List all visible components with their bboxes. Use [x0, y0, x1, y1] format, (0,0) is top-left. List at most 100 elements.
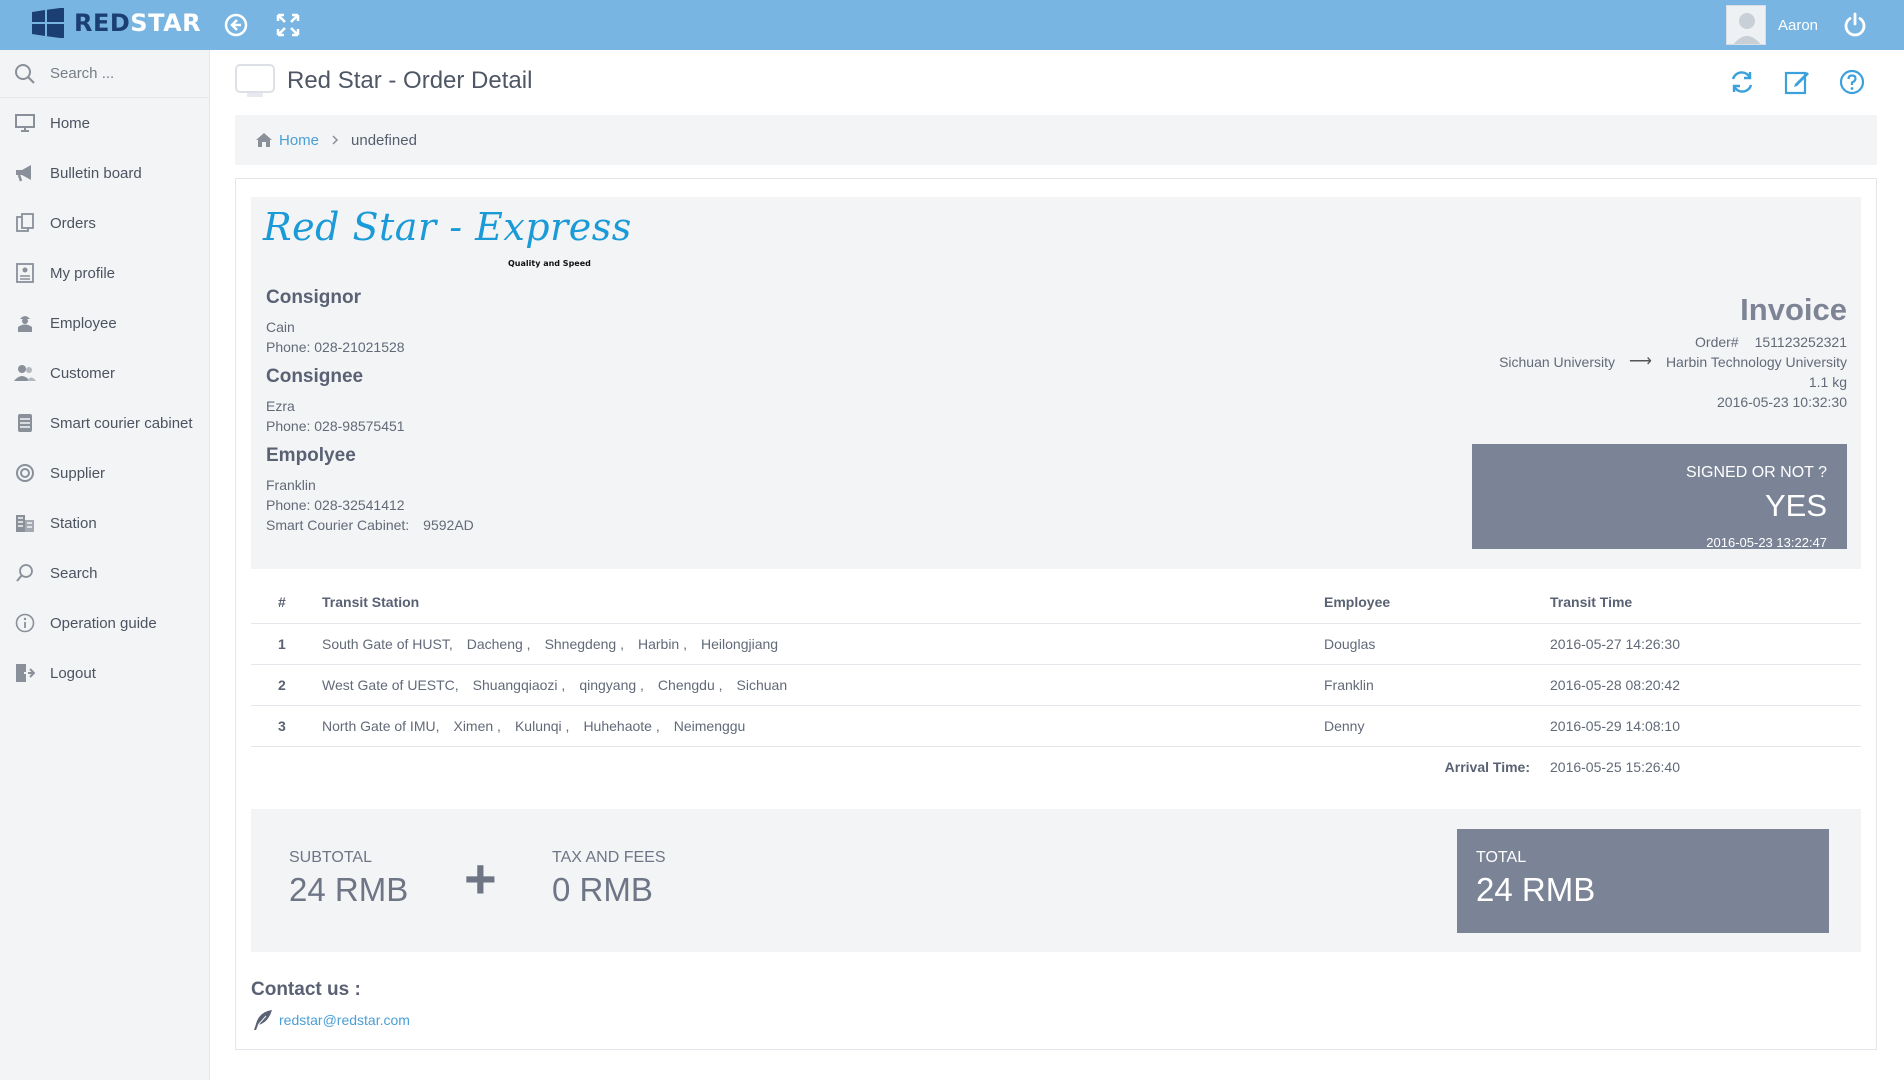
sidebar-item-label: Logout: [50, 664, 96, 682]
sidebar-item-home[interactable]: Home: [0, 98, 209, 148]
transit-station: South Gate of HUST, Dacheng , Shnegdeng ,H…: [322, 623, 1324, 665]
consignor-block: Consignor Cain Phone: 028-21021528: [266, 287, 405, 357]
sidebar-item-search[interactable]: Search: [0, 548, 209, 598]
monitor-icon: [14, 112, 36, 134]
sidebar-item-operation-guide[interactable]: Operation guide: [0, 598, 209, 648]
transit-time: 2016-05-29 14:08:10: [1550, 705, 1861, 747]
megaphone-icon: [14, 162, 36, 184]
sidebar-item-my-profile[interactable]: My profile: [0, 248, 209, 298]
invoice-card: Red Star - Express Quality and Speed Con…: [235, 178, 1877, 1050]
row-number: 3: [251, 705, 322, 747]
sidebar-item-smart-courier-cabinet[interactable]: Smart courier cabinet: [0, 398, 209, 448]
sidebar-item-label: Customer: [50, 364, 116, 382]
app-logo-text: REDSTAR: [74, 9, 202, 37]
back-circle-icon[interactable]: [222, 11, 250, 39]
transit-station: North Gate of IMU, Ximen , Kulunqi , Huheha…: [322, 705, 1324, 747]
transit-employee: Denny: [1324, 705, 1550, 747]
help-icon[interactable]: [1838, 68, 1866, 96]
sidebar-item-label: Employee: [50, 314, 117, 332]
column-header: Employee: [1324, 581, 1550, 624]
employee-cabinet: Smart Courier Cabinet: 9592AD: [266, 515, 474, 535]
chevron-right-icon: [331, 134, 339, 146]
sidebar-item-station[interactable]: Station: [0, 498, 209, 548]
transit-time: 2016-05-28 08:20:42: [1550, 664, 1861, 706]
subtotal-value: 24 RMB: [289, 871, 409, 908]
employee-heading: Empolyee: [266, 445, 356, 466]
sidebar-item-label: Bulletin board: [50, 164, 142, 182]
total-label: TOTAL: [1476, 849, 1527, 866]
invoice-summary: Invoice Order# 151123252321 Sichuan Unive…: [1499, 292, 1847, 412]
route-from: Sichuan University: [1499, 354, 1615, 370]
contact-section: Contact us : redstar@redstar.com: [251, 979, 410, 1031]
arrival-row: Arrival Time: 2016-05-25 15:26:40: [251, 746, 1861, 787]
cabinet-label: Smart Courier Cabinet:: [266, 517, 410, 533]
subtotal-label: SUBTOTAL: [289, 849, 372, 866]
sidebar-item-logout[interactable]: Logout: [0, 648, 209, 698]
order-label: Order#: [1695, 334, 1739, 350]
tax-value: 0 RMB: [552, 871, 653, 908]
breadcrumb-home-link[interactable]: Home: [279, 132, 319, 149]
sidebar-item-label: Station: [50, 514, 97, 532]
tax-label: TAX AND FEES: [552, 849, 666, 866]
consignee-block: Consignee Ezra Phone: 028-98575451: [266, 366, 405, 436]
table-header-row: # Transit Station Employee Transit Time: [251, 581, 1861, 624]
sidebar-item-label: Search: [50, 564, 98, 582]
plus-icon: +: [464, 847, 497, 910]
route: Sichuan University ⟶ Harbin Technology U…: [1499, 352, 1847, 372]
sidebar-item-orders[interactable]: Orders: [0, 198, 209, 248]
feather-icon: [251, 1009, 273, 1031]
refresh-icon[interactable]: [1728, 68, 1756, 96]
sidebar-item-label: Smart courier cabinet: [50, 414, 193, 432]
search-input[interactable]: [50, 65, 200, 82]
contact-email-row: redstar@redstar.com: [251, 1009, 410, 1031]
sidebar-item-label: Supplier: [50, 464, 106, 482]
fullscreen-icon[interactable]: [274, 11, 302, 39]
sidebar-search: [0, 50, 209, 98]
breadcrumb-current: undefined: [351, 131, 417, 149]
order-number: Order# 151123252321: [1499, 332, 1847, 352]
consignee-phone: Phone: 028-98575451: [266, 418, 405, 434]
monitor-icon: [235, 64, 275, 98]
sidebar-item-bulletin-board[interactable]: Bulletin board: [0, 148, 209, 198]
building-icon: [14, 512, 36, 534]
edit-icon[interactable]: [1783, 68, 1811, 96]
company-brand: Red Star - Express Quality and Speed: [263, 205, 632, 268]
app-logo[interactable]: REDSTAR: [32, 8, 201, 38]
arrival-label: Arrival Time:: [1444, 758, 1530, 775]
table-row: 1 South Gate of HUST, Dacheng , Shnegdeng …: [251, 623, 1861, 665]
sidebar-item-employee[interactable]: Employee: [0, 298, 209, 348]
invoice-header: Red Star - Express Quality and Speed Con…: [251, 197, 1861, 569]
lifebuoy-icon: [14, 462, 36, 484]
transit-employee: Douglas: [1324, 623, 1550, 665]
signed-status-box: SIGNED OR NOT ? YES 2016-05-23 13:22:47: [1472, 444, 1847, 550]
sidebar-item-customer[interactable]: Customer: [0, 348, 209, 398]
tax-block: TAX AND FEES 0 RMB: [552, 849, 666, 909]
page-header: Red Star - Order Detail: [235, 64, 532, 98]
consignor-heading: Consignor: [266, 287, 361, 308]
sidebar-item-label: Operation guide: [50, 614, 157, 632]
arrival-time: 2016-05-25 15:26:40: [1550, 758, 1680, 775]
breadcrumb: Home undefined: [235, 115, 1877, 165]
employee-block: Empolyee Franklin Phone: 028-32541412 Sm…: [266, 445, 474, 535]
user-name: Aaron: [1778, 16, 1819, 34]
invoice-title: Invoice: [1740, 292, 1847, 327]
contact-email-link[interactable]: redstar@redstar.com: [279, 1012, 410, 1028]
brand-title: Red Star - Express: [263, 205, 632, 249]
contact-heading: Contact us :: [251, 979, 361, 1000]
total-value: 24 RMB: [1476, 871, 1596, 908]
users-icon: [14, 362, 36, 384]
order-number-value: 151123252321: [1754, 334, 1847, 350]
search-icon: [14, 562, 36, 584]
sidebar: Home Bulletin board Orders My profile Em…: [0, 50, 210, 1080]
table-row: 3 North Gate of IMU, Ximen , Kulunqi , Huhe…: [251, 705, 1861, 747]
employee-phone: Phone: 028-32541412: [266, 497, 405, 513]
sidebar-item-supplier[interactable]: Supplier: [0, 448, 209, 498]
power-icon[interactable]: [1841, 11, 1869, 39]
clipboard-icon: [14, 212, 36, 234]
windows-logo-icon: [32, 8, 64, 38]
signed-value: YES: [1764, 488, 1827, 523]
sidebar-item-label: Home: [50, 114, 91, 132]
cabinet-icon: [14, 412, 36, 434]
transit-employee: Franklin: [1324, 664, 1550, 706]
user-menu[interactable]: Aaron: [1726, 5, 1818, 45]
